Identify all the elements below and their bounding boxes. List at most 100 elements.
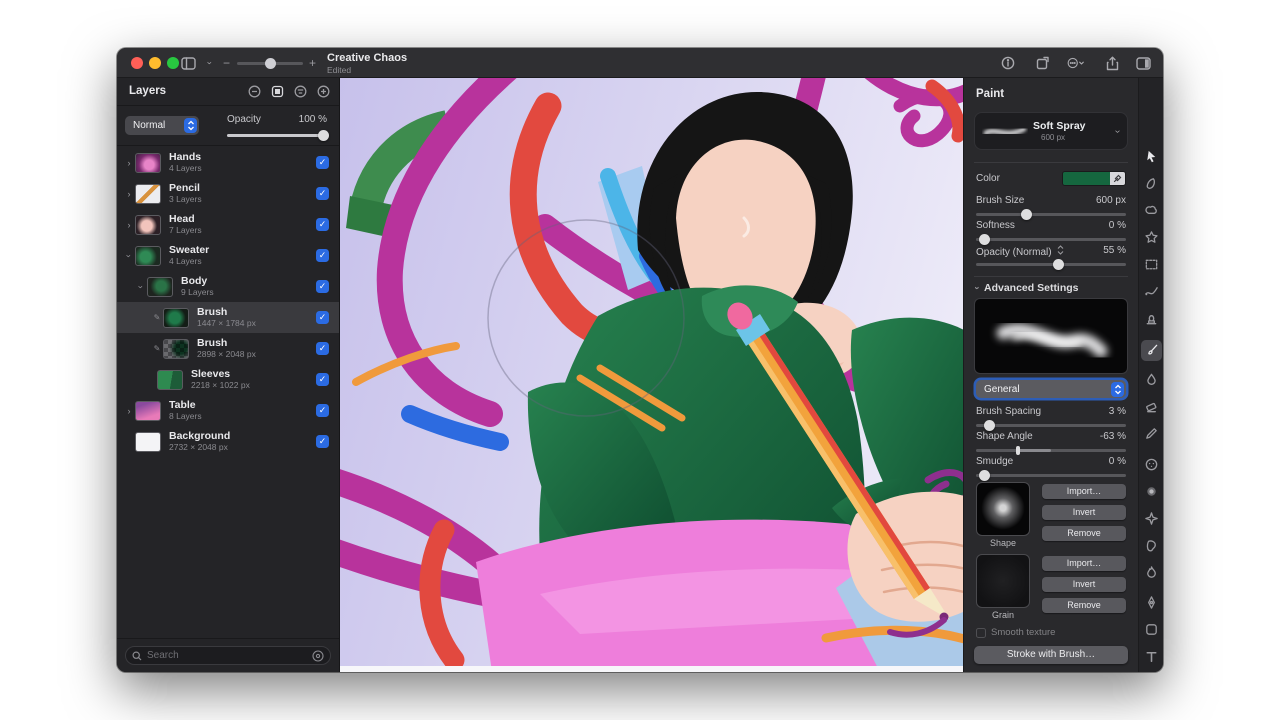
- advanced-settings-disclosure[interactable]: ›Advanced Settings: [976, 282, 1079, 294]
- opacity-mode-stepper-icon[interactable]: [1057, 245, 1064, 255]
- brush-preset-selector[interactable]: Soft Spray 600 px ›: [974, 112, 1128, 150]
- layer-row-pencil[interactable]: › Pencil3 Layers ✓: [117, 178, 339, 209]
- layer-meta: 4 Layers: [169, 257, 209, 266]
- stroke-with-brush-button[interactable]: Stroke with Brush…: [974, 646, 1128, 664]
- disclosure-chevron-icon[interactable]: ›: [123, 406, 135, 416]
- layer-row-body[interactable]: › Body9 Layers ✓: [117, 271, 339, 302]
- remove-layer-icon[interactable]: [246, 83, 262, 99]
- paint-tool-icon[interactable]: [1141, 340, 1162, 361]
- layer-visibility-checkbox[interactable]: ✓: [316, 187, 329, 200]
- color-swatch[interactable]: [1062, 171, 1126, 186]
- layer-visibility-checkbox[interactable]: ✓: [316, 373, 329, 386]
- rectangular-selection-tool-icon[interactable]: [1143, 256, 1160, 273]
- zoom-out-icon[interactable]: −: [223, 56, 230, 70]
- blend-mode-select[interactable]: Normal: [125, 116, 199, 135]
- layer-visibility-checkbox[interactable]: ✓: [316, 311, 329, 324]
- clone-tool-icon[interactable]: [1143, 310, 1160, 327]
- layers-opacity-slider[interactable]: [227, 130, 327, 141]
- layer-visibility-checkbox[interactable]: ✓: [316, 342, 329, 355]
- color-fill-tool-icon[interactable]: [1143, 371, 1160, 388]
- opacity-label: Opacity (Normal): [976, 245, 1064, 258]
- layer-thumbnail: [135, 215, 161, 235]
- shape-import-button[interactable]: Import…: [1042, 484, 1126, 499]
- warp-tool-icon[interactable]: [1143, 564, 1160, 581]
- pen-tool-icon[interactable]: [1143, 594, 1160, 611]
- canvas-area[interactable]: [340, 78, 963, 672]
- softness-slider[interactable]: [976, 234, 1126, 245]
- search-icon: [132, 651, 142, 661]
- layer-visibility-checkbox[interactable]: ✓: [316, 404, 329, 417]
- grain-invert-button[interactable]: Invert: [1042, 577, 1126, 592]
- shape-texture-thumbnail[interactable]: [976, 482, 1030, 536]
- eyedropper-icon[interactable]: [1110, 172, 1125, 185]
- quick-selection-tool-icon[interactable]: [1143, 202, 1160, 219]
- move-tool-icon[interactable]: [1143, 148, 1160, 165]
- toggle-sidebar-icon[interactable]: [179, 54, 197, 72]
- info-icon[interactable]: [999, 54, 1017, 72]
- smudge-slider[interactable]: [976, 470, 1126, 481]
- shape-tool-icon[interactable]: [1143, 621, 1160, 638]
- layer-row-brush-1[interactable]: ✎ Brush1447 × 1784 px ✓: [117, 302, 339, 333]
- shape-invert-button[interactable]: Invert: [1042, 505, 1126, 520]
- disclosure-chevron-icon[interactable]: ›: [123, 189, 135, 199]
- layer-visibility-checkbox[interactable]: ✓: [316, 249, 329, 262]
- layers-search-input[interactable]: Search: [125, 646, 331, 665]
- smooth-selection-tool-icon[interactable]: [1143, 175, 1160, 192]
- layer-row-hands[interactable]: › Hands4 Layers ✓: [117, 147, 339, 178]
- close-window-button[interactable]: [131, 57, 143, 69]
- color-adjustments-tool-icon[interactable]: [1143, 456, 1160, 473]
- layer-view-icon[interactable]: [269, 83, 285, 99]
- brush-spacing-slider[interactable]: [976, 420, 1126, 431]
- zoom-slider[interactable]: [237, 62, 303, 65]
- smooth-texture-row[interactable]: Smooth texture: [976, 627, 1055, 638]
- canvas-rotate-icon[interactable]: [1034, 54, 1052, 72]
- soften-tool-icon[interactable]: [1143, 483, 1160, 500]
- titlebar: › − + Creative Chaos Edited: [117, 48, 1163, 78]
- opacity-slider[interactable]: [976, 259, 1126, 270]
- shape-angle-slider[interactable]: [976, 445, 1126, 456]
- sidebar-options-chevron-icon[interactable]: ›: [201, 54, 219, 72]
- transform-tool-icon[interactable]: [1143, 283, 1160, 300]
- heal-tool-icon[interactable]: [1143, 537, 1160, 554]
- view-options-icon[interactable]: [1067, 54, 1085, 72]
- share-icon[interactable]: [1103, 54, 1121, 72]
- layer-meta: 8 Layers: [169, 412, 202, 421]
- maximize-window-button[interactable]: [167, 57, 179, 69]
- color-swatch-fill: [1063, 172, 1110, 185]
- filter-layers-icon[interactable]: [292, 83, 308, 99]
- grain-remove-button[interactable]: Remove: [1042, 598, 1126, 613]
- zoom-slider-thumb[interactable]: [265, 58, 276, 69]
- layer-row-head[interactable]: › Head7 Layers ✓: [117, 209, 339, 240]
- layer-visibility-checkbox[interactable]: ✓: [316, 435, 329, 448]
- sharpen-tool-icon[interactable]: [1143, 510, 1160, 527]
- disclosure-chevron-icon[interactable]: ›: [123, 220, 135, 230]
- layer-visibility-checkbox[interactable]: ✓: [316, 218, 329, 231]
- type-tool-icon[interactable]: [1143, 648, 1160, 665]
- layer-row-background[interactable]: Background2732 × 2048 px ✓: [117, 426, 339, 457]
- zoom-in-icon[interactable]: +: [309, 56, 316, 70]
- add-layer-icon[interactable]: [315, 83, 331, 99]
- layer-visibility-checkbox[interactable]: ✓: [316, 156, 329, 169]
- brush-size-slider[interactable]: [976, 209, 1126, 220]
- disclosure-chevron-icon[interactable]: ›: [123, 158, 135, 168]
- brush-category-select[interactable]: General: [976, 380, 1126, 398]
- smooth-texture-checkbox[interactable]: [976, 628, 986, 638]
- layer-row-sleeves[interactable]: Sleeves2218 × 1022 px ✓: [117, 364, 339, 395]
- minimize-window-button[interactable]: [149, 57, 161, 69]
- disclosure-chevron-icon[interactable]: ›: [136, 281, 146, 293]
- grain-texture-thumbnail[interactable]: [976, 554, 1030, 608]
- shape-remove-button[interactable]: Remove: [1042, 526, 1126, 541]
- erase-tool-icon[interactable]: [1143, 398, 1160, 415]
- layer-row-brush-2[interactable]: ✎ Brush2898 × 2048 px ✓: [117, 333, 339, 364]
- disclosure-chevron-icon[interactable]: ›: [124, 250, 134, 262]
- layer-visibility-checkbox[interactable]: ✓: [316, 280, 329, 293]
- toggle-panels-icon[interactable]: [1134, 54, 1152, 72]
- pixel-pencil-tool-icon[interactable]: [1143, 425, 1160, 442]
- magnetic-selection-tool-icon[interactable]: [1143, 229, 1160, 246]
- layer-thumbnail: [135, 184, 161, 204]
- search-scope-icon[interactable]: [312, 650, 324, 662]
- grain-import-button[interactable]: Import…: [1042, 556, 1126, 571]
- layer-row-sweater[interactable]: › Sweater4 Layers ✓: [117, 240, 339, 271]
- brush-preset-size: 600 px: [1041, 133, 1065, 142]
- layer-row-table[interactable]: › Table8 Layers ✓: [117, 395, 339, 426]
